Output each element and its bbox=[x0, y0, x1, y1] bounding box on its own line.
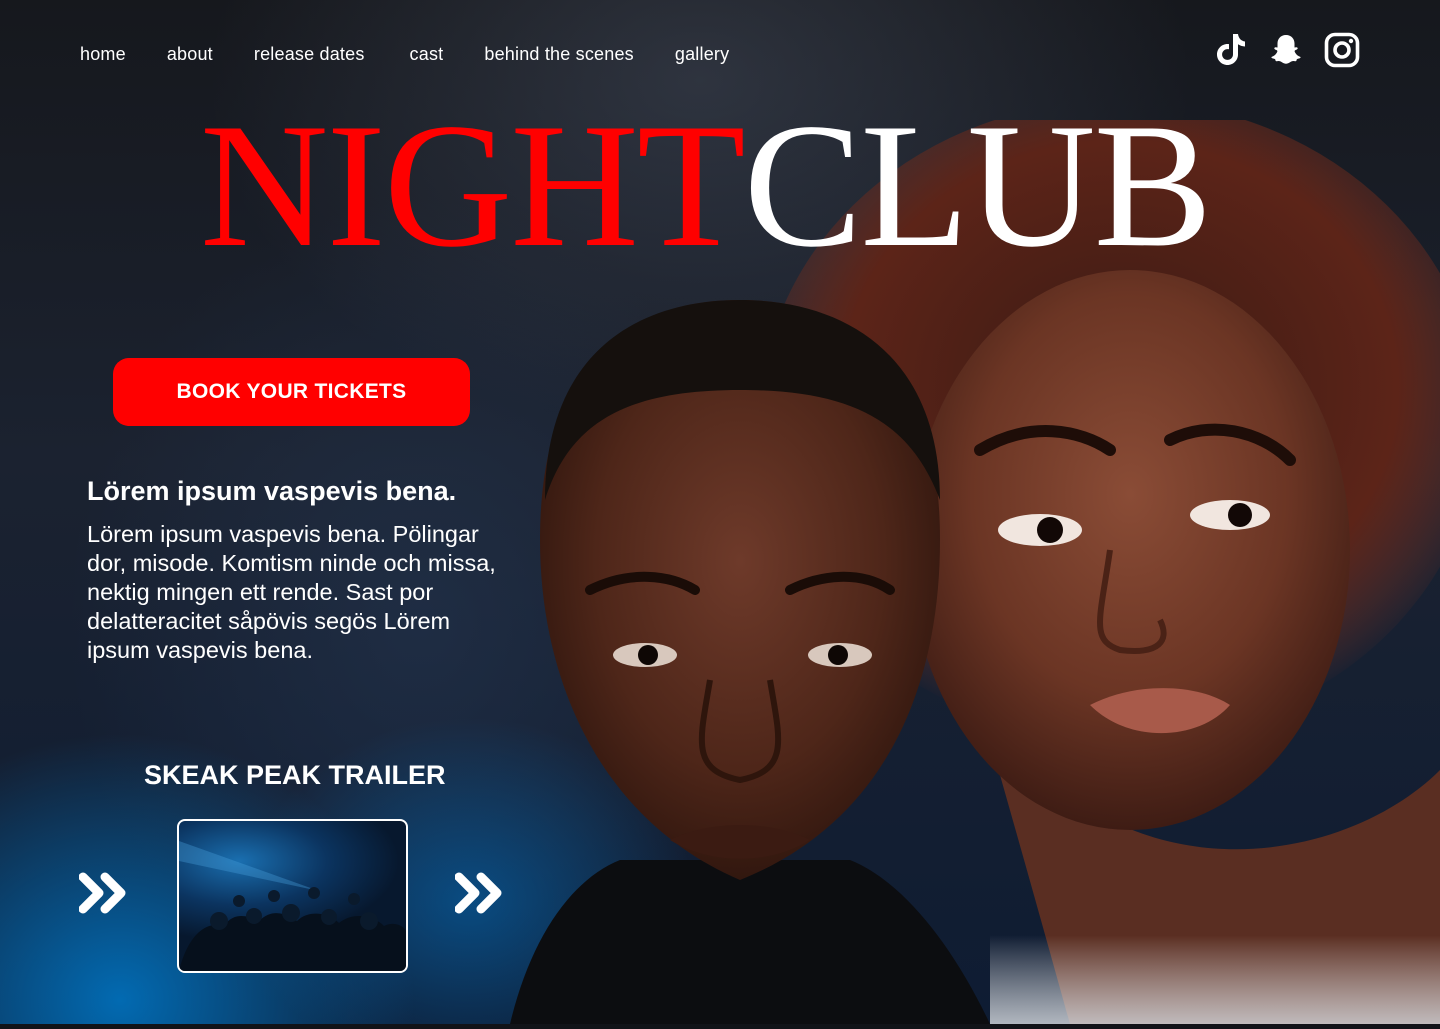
trailer-next-arrow-icon[interactable] bbox=[454, 871, 505, 920]
nav-home[interactable]: home bbox=[80, 44, 126, 65]
trailer-thumbnail[interactable] bbox=[177, 819, 408, 973]
nav-behind-the-scenes[interactable]: behind the scenes bbox=[484, 44, 634, 65]
trailer-prev-arrow-icon[interactable] bbox=[78, 871, 129, 920]
trailer-title: SKEAK PEAK TRAILER bbox=[144, 760, 446, 790]
main-nav: home about release dates cast behind the… bbox=[80, 44, 770, 65]
intro-body: Lörem ipsum vaspevis bena. Pölingar dor,… bbox=[87, 521, 496, 663]
title-night: NIGHT bbox=[200, 86, 746, 284]
instagram-icon[interactable] bbox=[1324, 32, 1360, 68]
nav-about[interactable]: about bbox=[167, 44, 213, 65]
book-tickets-button[interactable]: BOOK YOUR TICKETS bbox=[113, 358, 470, 426]
tiktok-icon[interactable] bbox=[1216, 32, 1248, 68]
snapchat-icon[interactable] bbox=[1268, 32, 1304, 68]
nav-release-dates[interactable]: release dates bbox=[254, 44, 365, 65]
title-club: CLUB bbox=[743, 86, 1213, 284]
social-links bbox=[1216, 32, 1360, 68]
movie-title: NIGHTCLUB bbox=[200, 96, 1212, 274]
intro-heading: Lörem ipsum vaspevis bena. bbox=[87, 476, 457, 506]
nav-cast[interactable]: cast bbox=[410, 44, 444, 65]
nav-gallery[interactable]: gallery bbox=[675, 44, 729, 65]
